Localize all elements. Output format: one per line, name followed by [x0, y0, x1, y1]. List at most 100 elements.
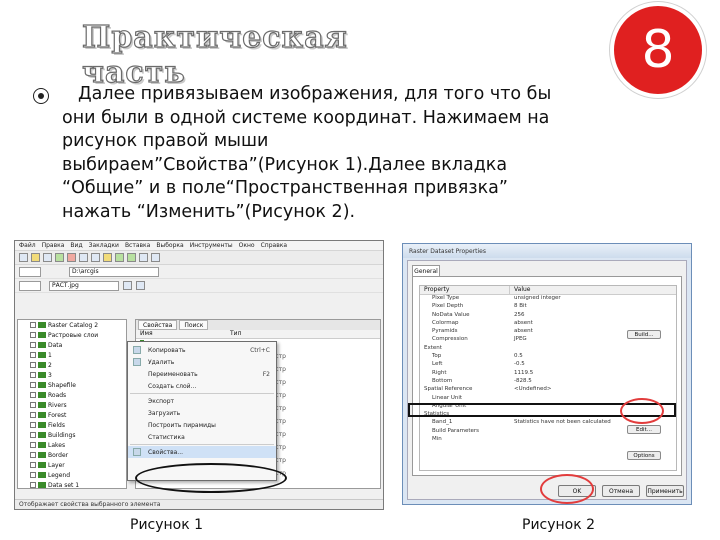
save-icon[interactable] — [43, 253, 52, 262]
context-item-export[interactable]: Экспорт — [128, 395, 276, 407]
property-row[interactable]: Pixel Type unsigned integer — [420, 295, 676, 303]
property-value: JPEG — [514, 336, 527, 343]
property-row[interactable]: Pixel Depth 8 Bit — [420, 303, 676, 311]
tree-item[interactable]: Forest — [18, 410, 126, 420]
menu-help[interactable]: Справка — [261, 242, 287, 249]
menu-window[interactable]: Окно — [239, 242, 255, 249]
type-cell: Растр — [268, 457, 328, 470]
tree-item[interactable]: Data — [18, 340, 126, 350]
tree-item[interactable]: Rivers — [18, 400, 126, 410]
property-value: -828.5 — [514, 377, 532, 384]
property-row[interactable]: Min — [420, 436, 676, 444]
figure1-layer-row: РАСТ.jpg — [15, 279, 383, 293]
tree-item[interactable]: Data set 1 — [18, 480, 126, 490]
menu-tools[interactable]: Инструменты — [190, 242, 233, 249]
tree-item[interactable]: 3 — [18, 370, 126, 380]
property-key: Build Parameters — [432, 427, 480, 434]
identify-icon[interactable] — [151, 253, 160, 262]
cancel-button[interactable]: Отмена — [602, 485, 640, 497]
property-row[interactable]: Bottom -828.5 — [420, 378, 676, 386]
red-oval-edit — [620, 398, 664, 424]
options-button[interactable]: Options — [627, 451, 661, 460]
tree-item[interactable]: 1 — [18, 350, 126, 360]
menu-bookmarks[interactable]: Закладки — [89, 242, 119, 249]
zoom-in-icon[interactable] — [115, 253, 124, 262]
column-type[interactable]: Тип — [226, 330, 316, 338]
zoom-out-icon[interactable] — [127, 253, 136, 262]
property-row[interactable]: Right 1119.5 — [420, 370, 676, 378]
property-row[interactable]: Left -0.5 — [420, 361, 676, 369]
layer-tool2-icon[interactable] — [136, 281, 145, 290]
context-item-statistics[interactable]: Статистика — [128, 431, 276, 443]
tab-search[interactable]: Поиск — [179, 320, 209, 330]
location-combo[interactable]: D:\arcgis — [69, 266, 159, 277]
property-key: Bottom — [432, 377, 453, 384]
context-item-create-layer[interactable]: Создать слой... — [128, 380, 276, 392]
property-key: Left — [432, 361, 443, 368]
paste-icon[interactable] — [103, 253, 112, 262]
copy-icon — [133, 346, 141, 354]
status-bar: Отображает свойства выбранного элемента — [15, 499, 383, 509]
context-separator — [130, 444, 274, 445]
property-key: Min — [432, 436, 442, 443]
tree-item[interactable]: Lakes — [18, 440, 126, 450]
property-row[interactable]: Top 0.5 — [420, 353, 676, 361]
menu-file[interactable]: Файл — [19, 242, 36, 249]
tree-item[interactable]: Legend — [18, 470, 126, 480]
tree-item[interactable]: Layer — [18, 460, 126, 470]
tree-item[interactable]: 2 — [18, 360, 126, 370]
tree-item[interactable]: Border — [18, 450, 126, 460]
layer-tool-icon[interactable] — [123, 281, 132, 290]
build-button[interactable]: Build... — [627, 330, 661, 339]
property-value: unsigned integer — [514, 295, 561, 301]
property-value — [510, 428, 514, 436]
cut-icon[interactable] — [79, 253, 88, 262]
open-folder-icon[interactable] — [31, 253, 40, 262]
context-item-properties[interactable]: Свойства... — [128, 446, 276, 458]
body-line-4: выбираем”Свойства”(Рисунок 1).Далее вкла… — [62, 154, 508, 175]
apply-button[interactable]: Применить — [646, 485, 684, 497]
context-item-load[interactable]: Загрузить — [128, 407, 276, 419]
edit-spatial-reference-button[interactable]: Edit... — [627, 425, 661, 434]
property-key: Right — [432, 369, 447, 376]
property-value: absent — [514, 319, 533, 326]
property-value: 8 Bit — [514, 303, 527, 310]
property-key: Pixel Depth — [432, 303, 464, 310]
delete-icon[interactable] — [67, 253, 76, 262]
property-row[interactable]: Extent — [420, 345, 676, 353]
tree-item[interactable]: Shapefile — [18, 380, 126, 390]
copy-icon[interactable] — [91, 253, 100, 262]
add-data-icon[interactable] — [55, 253, 64, 262]
tree-item[interactable]: Raster Catalog 2 — [18, 320, 126, 330]
menu-view[interactable]: Вид — [70, 242, 82, 249]
menu-edit[interactable]: Правка — [42, 242, 65, 249]
context-item-copy[interactable]: Копировать Ctrl+C — [128, 344, 276, 356]
column-name[interactable]: Имя — [136, 330, 226, 338]
tab-properties[interactable]: Свойства — [138, 320, 178, 330]
context-item-delete[interactable]: Удалить — [128, 356, 276, 368]
slide-number: 8 — [641, 20, 675, 80]
new-icon[interactable] — [19, 253, 28, 262]
property-row[interactable]: Colormap absent — [420, 320, 676, 328]
pan-icon[interactable] — [139, 253, 148, 262]
menu-selection[interactable]: Выборка — [156, 242, 183, 249]
property-key: Band_1 — [432, 419, 453, 426]
bullet-icon — [33, 88, 49, 104]
tree-item[interactable]: Растровые слои — [18, 330, 126, 340]
context-item-pyramids[interactable]: Построить пирамиды — [128, 419, 276, 431]
property-row[interactable]: Spatial Reference <Undefined> — [420, 386, 676, 394]
tree-item[interactable]: Fields — [18, 420, 126, 430]
column-value: Value — [514, 286, 531, 293]
property-row[interactable]: NoData Value 256 — [420, 312, 676, 320]
menu-insert[interactable]: Вставка — [125, 242, 150, 249]
caption-figure2: Рисунок 2 — [522, 517, 596, 533]
type-cell: Растр — [268, 444, 328, 457]
property-key: Pyramids — [432, 328, 458, 335]
layer-combo[interactable]: РАСТ.jpg — [49, 280, 119, 291]
context-item-rename[interactable]: Переименовать F2 — [128, 368, 276, 380]
tree-item[interactable]: Roads — [18, 390, 126, 400]
property-key: Spatial Reference — [424, 386, 473, 393]
figure2-screenshot: Raster Dataset Properties General Proper… — [402, 243, 692, 505]
body-text: Далее привязываем изображения, для того … — [62, 83, 662, 224]
tree-item[interactable]: Buildings — [18, 430, 126, 440]
